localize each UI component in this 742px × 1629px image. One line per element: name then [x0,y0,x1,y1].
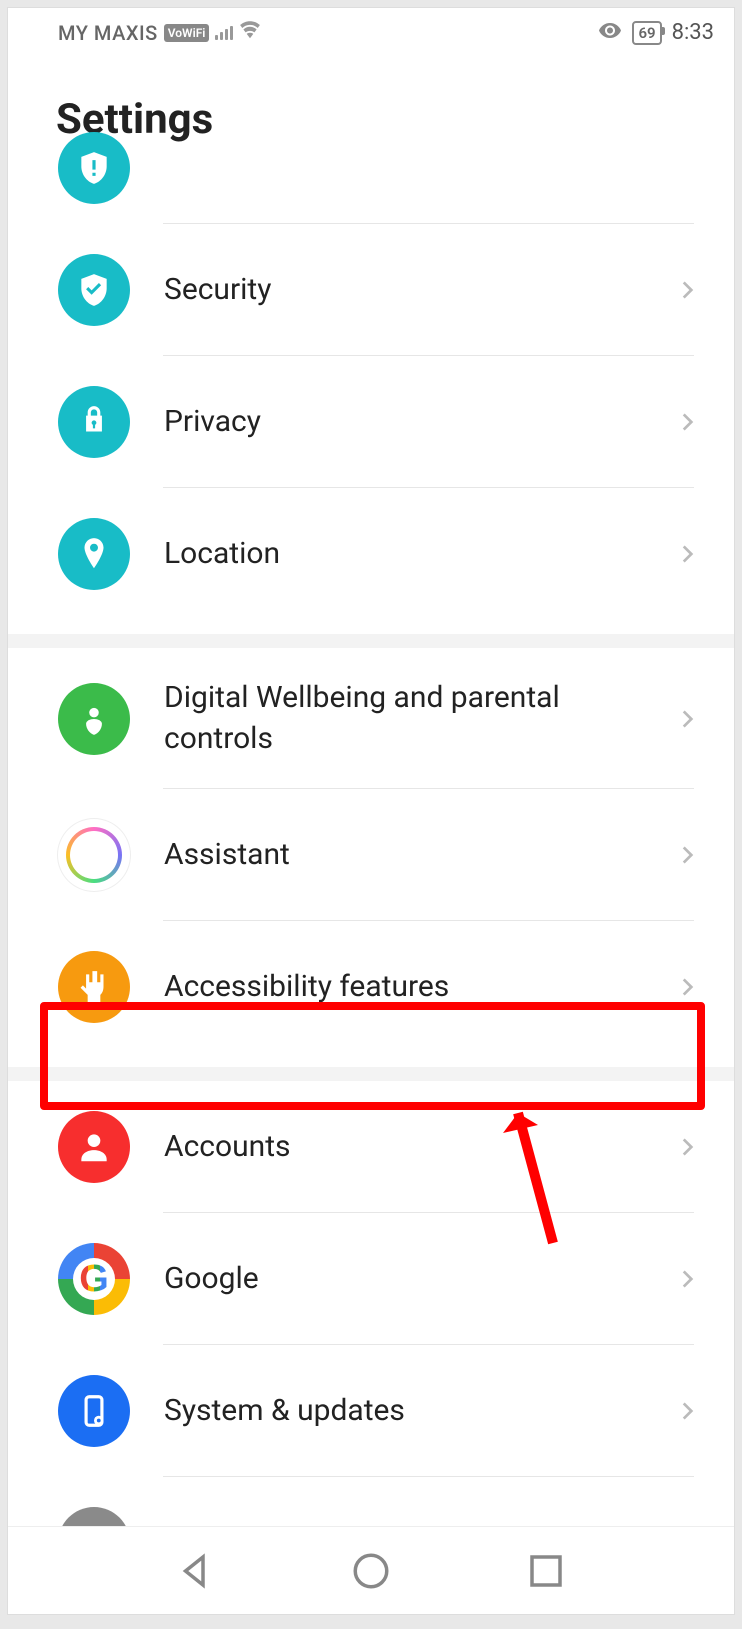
signal-icon [215,26,233,40]
heart-person-icon [58,683,130,755]
assistant-ring-icon [58,819,130,891]
battery-indicator: 69 [632,21,661,45]
chevron-right-icon [674,842,700,868]
nav-recent-button[interactable] [525,1550,567,1592]
wifi-icon [239,19,261,46]
status-left: MY MAXIS VoWiFi [58,19,261,46]
settings-item-assistant[interactable]: Assistant [8,789,734,921]
person-icon [58,1111,130,1183]
vowifi-badge: VoWiFi [164,24,210,42]
settings-group: Security Privacy Location [8,174,734,620]
location-pin-icon [58,518,130,590]
settings-item-label: Privacy [164,402,674,443]
clock: 8:33 [672,20,714,45]
settings-list: Security Privacy Location [8,174,734,1609]
settings-item-label: Digital Wellbeing and parental controls [164,678,674,759]
settings-item-system[interactable]: System & updates [8,1345,734,1477]
settings-item-label: Google [164,1259,674,1300]
nav-back-button[interactable] [175,1550,217,1592]
chevron-right-icon [674,1398,700,1424]
shield-alert-icon [58,132,130,204]
status-bar: MY MAXIS VoWiFi 69 8:33 [8,8,734,55]
chevron-right-icon [674,706,700,732]
settings-item-wellbeing[interactable]: Digital Wellbeing and parental controls [8,648,734,789]
status-right: 69 8:33 [598,18,714,47]
hand-icon [58,951,130,1023]
chevron-right-icon [674,277,700,303]
nav-bar [8,1526,734,1614]
settings-item-label: Accounts [164,1127,674,1168]
phone-gear-icon [58,1375,130,1447]
settings-group: Digital Wellbeing and parental controls … [8,648,734,1053]
chevron-right-icon [674,409,700,435]
shield-check-icon [58,254,130,326]
settings-item-accessibility[interactable]: Accessibility features [8,921,734,1053]
settings-item-label: Accessibility features [164,967,674,1008]
eye-icon [598,18,622,47]
settings-item-location[interactable]: Location [8,488,734,620]
settings-item-safety[interactable] [8,174,734,224]
settings-item-label: System & updates [164,1391,674,1432]
settings-item-label: Security [164,270,674,311]
settings-item-security[interactable]: Security [8,224,734,356]
chevron-right-icon [674,1134,700,1160]
chevron-right-icon [674,1266,700,1292]
google-icon: G [58,1243,130,1315]
nav-home-button[interactable] [350,1550,392,1592]
settings-item-accounts[interactable]: Accounts [8,1081,734,1213]
settings-item-privacy[interactable]: Privacy [8,356,734,488]
settings-item-label: Location [164,534,674,575]
settings-item-label: Assistant [164,835,674,876]
lock-shield-icon [58,386,130,458]
chevron-right-icon [674,974,700,1000]
chevron-right-icon [674,541,700,567]
settings-item-google[interactable]: G Google [8,1213,734,1345]
carrier-label: MY MAXIS [58,21,158,45]
